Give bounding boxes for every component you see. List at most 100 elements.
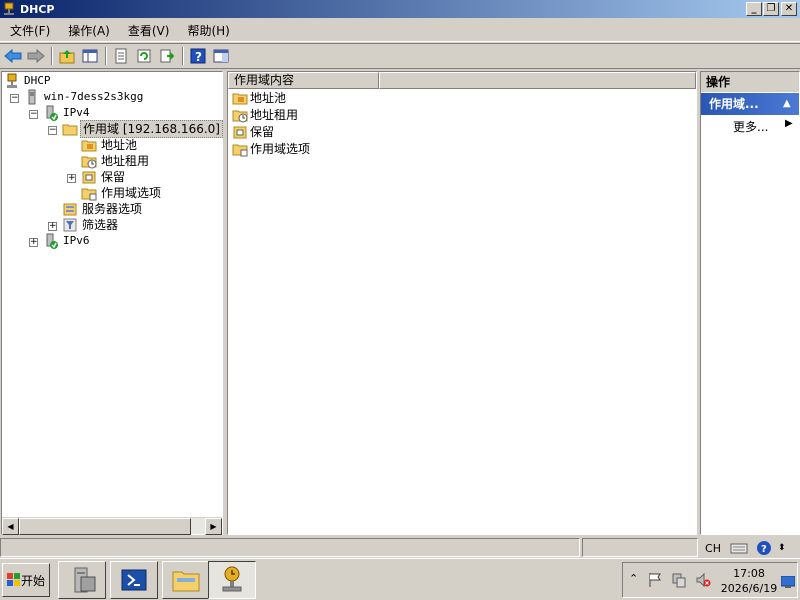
tree-label: IPv4 bbox=[63, 106, 90, 119]
expand-ipv6-toggle[interactable]: + bbox=[29, 238, 38, 247]
action-center-flag-icon[interactable] bbox=[647, 572, 663, 588]
title-bar: DHCP _ ❐ ✕ bbox=[0, 0, 800, 18]
ipv4-icon bbox=[46, 105, 58, 121]
properties-icon bbox=[115, 48, 127, 64]
show-hide-action-pane-button[interactable] bbox=[210, 45, 232, 67]
tree-item-address-pool[interactable]: 地址池 bbox=[81, 137, 139, 153]
start-label: 开始 bbox=[20, 573, 45, 588]
help-button[interactable]: ? bbox=[187, 45, 209, 67]
server-icon bbox=[28, 89, 36, 105]
tree-item-server-options[interactable]: 服务器选项 bbox=[62, 201, 144, 217]
list-item-label: 地址租用 bbox=[250, 108, 299, 122]
scroll-left-button[interactable]: ◀ bbox=[2, 518, 19, 535]
dhcp-taskbar-icon bbox=[222, 566, 242, 592]
taskbar-dhcp[interactable] bbox=[208, 561, 256, 599]
tree-horizontal-scrollbar[interactable]: ◀ ▶ bbox=[2, 517, 222, 535]
tree-label: 地址池 bbox=[101, 138, 138, 152]
actions-group-label: 作用域... bbox=[709, 97, 759, 111]
menu-view[interactable]: 查看(V) bbox=[118, 21, 178, 41]
list-item-label: 保留 bbox=[250, 125, 275, 139]
collapse-ipv4-toggle[interactable]: − bbox=[29, 110, 38, 119]
status-cell-secondary bbox=[582, 538, 698, 557]
properties-button[interactable] bbox=[110, 45, 132, 67]
taskbar-server-manager[interactable] bbox=[58, 561, 106, 599]
clock-date: 2026/6/19 bbox=[720, 582, 778, 595]
menu-bar: 文件(F) 操作(A) 查看(V) 帮助(H) bbox=[0, 20, 800, 42]
keyboard-icon[interactable] bbox=[730, 541, 748, 555]
tree-item-scope-options[interactable]: 作用域选项 bbox=[81, 185, 163, 201]
start-button[interactable]: 开始 bbox=[2, 563, 50, 597]
ime-options-icon[interactable]: ⬍ bbox=[778, 543, 786, 553]
list-item-address-pool[interactable]: 地址池 bbox=[232, 89, 286, 106]
column-header-empty[interactable] bbox=[379, 72, 696, 89]
scope-options-icon bbox=[81, 188, 97, 201]
refresh-button[interactable] bbox=[133, 45, 155, 67]
show-desktop-icon[interactable] bbox=[781, 576, 795, 588]
tree-item-ipv6[interactable]: IPv6 bbox=[43, 233, 92, 249]
menu-file[interactable]: 文件(F) bbox=[0, 21, 58, 41]
clock-time: 17:08 bbox=[733, 567, 765, 580]
dhcp-icon bbox=[7, 73, 17, 88]
collapse-up-icon: ▲ bbox=[783, 98, 791, 109]
toolbar-separator bbox=[51, 47, 53, 65]
minimize-button[interactable]: _ bbox=[746, 2, 762, 16]
tree-item-address-leases[interactable]: 地址租用 bbox=[81, 153, 151, 169]
ime-help-icon[interactable]: ? bbox=[756, 540, 772, 556]
column-header-scope-contents[interactable]: 作用域内容 bbox=[228, 72, 379, 89]
list-item-address-leases[interactable]: 地址租用 bbox=[232, 106, 298, 123]
forward-button[interactable] bbox=[25, 45, 47, 67]
taskbar-file-explorer[interactable] bbox=[162, 561, 210, 599]
filter-icon bbox=[63, 218, 77, 232]
back-button[interactable] bbox=[2, 45, 24, 67]
scroll-thumb[interactable] bbox=[19, 518, 191, 535]
submenu-arrow-icon: ▶ bbox=[785, 118, 793, 129]
tree-item-server[interactable]: win-7dess2s3kgg bbox=[24, 89, 145, 105]
expand-filters-toggle[interactable]: + bbox=[48, 222, 57, 231]
tree-item-scope[interactable]: 作用域 [192.168.166.0] bbox=[62, 120, 223, 138]
scroll-right-button[interactable]: ▶ bbox=[205, 518, 222, 535]
tree-item-reservations[interactable]: 保留 bbox=[81, 169, 127, 185]
server-manager-icon bbox=[74, 567, 96, 593]
menu-help[interactable]: 帮助(H) bbox=[177, 21, 237, 41]
restore-button[interactable]: ❐ bbox=[763, 2, 779, 16]
more-actions-label: 更多... bbox=[733, 120, 769, 134]
list-item-reservations[interactable]: 保留 bbox=[232, 123, 274, 140]
reservations-icon bbox=[82, 171, 96, 184]
up-level-button[interactable] bbox=[56, 45, 78, 67]
svg-text:?: ? bbox=[195, 50, 202, 64]
collapse-server-toggle[interactable]: − bbox=[10, 94, 19, 103]
expand-reservations-toggle[interactable]: + bbox=[67, 174, 76, 183]
tree-label: 筛选器 bbox=[82, 218, 119, 232]
tree-item-filters[interactable]: 筛选器 bbox=[62, 217, 120, 233]
tree-item-dhcp[interactable]: DHCP bbox=[4, 73, 53, 89]
toolbar-separator bbox=[105, 47, 107, 65]
show-hidden-icons-icon[interactable]: ⌃ bbox=[629, 572, 638, 585]
show-hide-tree-button[interactable] bbox=[79, 45, 101, 67]
network-icon[interactable] bbox=[671, 572, 687, 588]
windows-logo-icon bbox=[6, 573, 20, 586]
action-pane-icon bbox=[213, 49, 229, 63]
server-options-icon bbox=[63, 203, 77, 216]
window-title: DHCP bbox=[20, 2, 55, 16]
tree-label: 保留 bbox=[101, 170, 126, 184]
language-indicator[interactable]: CH bbox=[700, 542, 726, 555]
forward-arrow-icon bbox=[27, 49, 45, 63]
menu-action[interactable]: 操作(A) bbox=[58, 21, 118, 41]
list-item-scope-options[interactable]: 作用域选项 bbox=[232, 140, 310, 157]
address-pool-icon bbox=[232, 93, 248, 104]
tree-item-ipv4[interactable]: IPv4 bbox=[43, 105, 92, 121]
help-icon: ? bbox=[190, 48, 206, 64]
volume-muted-icon[interactable] bbox=[695, 572, 711, 588]
folder-icon bbox=[62, 124, 78, 136]
svg-text:?: ? bbox=[761, 544, 767, 555]
console-tree-icon bbox=[82, 49, 98, 63]
taskbar-powershell[interactable] bbox=[110, 561, 158, 599]
actions-group-scope[interactable]: 作用域... ▲ bbox=[701, 93, 799, 115]
collapse-scope-toggle[interactable]: − bbox=[48, 126, 57, 135]
tree-label: 作用域 [192.168.166.0] bbox=[80, 120, 223, 138]
export-list-button[interactable] bbox=[156, 45, 178, 67]
more-actions-link[interactable]: 更多... ▶ bbox=[733, 118, 793, 135]
clock[interactable]: 17:08 2026/6/19 bbox=[719, 566, 779, 596]
close-button[interactable]: ✕ bbox=[781, 2, 797, 16]
ipv6-icon bbox=[46, 233, 58, 249]
